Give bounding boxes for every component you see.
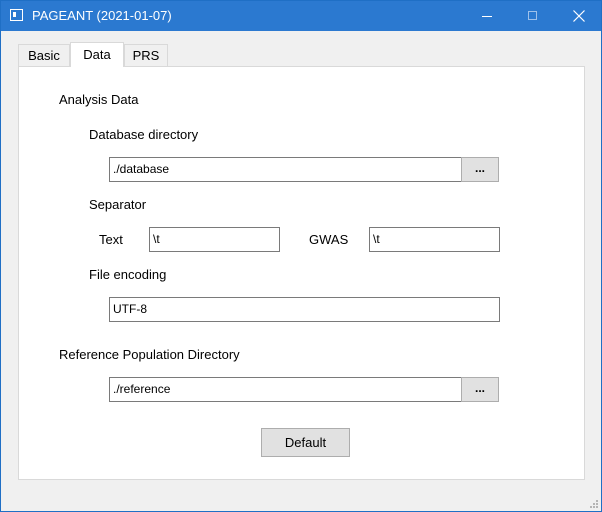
main-window: PAGEANT (2021-01-07) Basic Data PRS Anal… (0, 0, 602, 512)
analysis-data-heading: Analysis Data (59, 92, 139, 107)
maximize-button[interactable] (510, 1, 556, 31)
default-button[interactable]: Default (261, 428, 350, 457)
tab-basic[interactable]: Basic (18, 44, 70, 66)
gwas-separator-label: GWAS (309, 232, 349, 247)
file-encoding-input[interactable]: UTF-8 (109, 297, 500, 322)
tab-prs[interactable]: PRS (124, 44, 168, 66)
text-separator-input[interactable]: \t (149, 227, 280, 252)
window-title: PAGEANT (2021-01-07) (32, 8, 172, 23)
database-browse-button[interactable]: ... (461, 157, 499, 182)
separator-label: Separator (89, 197, 147, 212)
minimize-button[interactable] (464, 1, 510, 31)
reference-population-label: Reference Population Directory (59, 347, 240, 362)
database-directory-input[interactable]: ./database (109, 157, 462, 182)
database-directory-label: Database directory (89, 127, 199, 142)
reference-directory-input[interactable]: ./reference (109, 377, 462, 402)
resize-grip-icon[interactable] (590, 500, 598, 508)
reference-browse-button[interactable]: ... (461, 377, 499, 402)
app-icon (10, 9, 23, 21)
tab-data[interactable]: Data (70, 42, 124, 67)
data-tab-panel: Analysis Data Database directory ./datab… (18, 66, 585, 480)
close-button[interactable] (556, 1, 602, 31)
title-bar[interactable]: PAGEANT (2021-01-07) (1, 1, 601, 31)
file-encoding-label: File encoding (89, 267, 167, 282)
close-icon (573, 10, 585, 22)
text-separator-label: Text (99, 232, 123, 247)
gwas-separator-input[interactable]: \t (369, 227, 500, 252)
